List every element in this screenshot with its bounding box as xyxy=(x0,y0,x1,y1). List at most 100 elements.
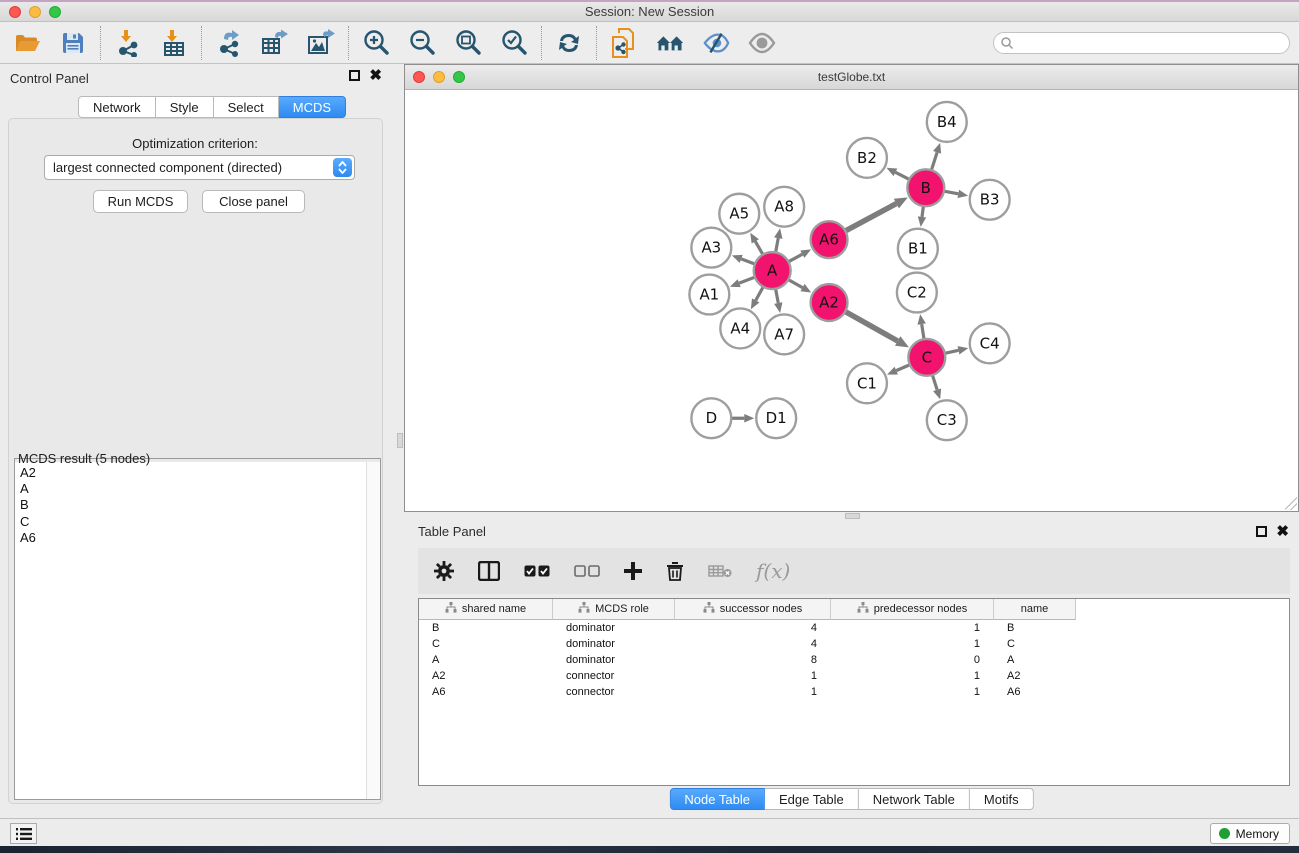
import-network-icon[interactable] xyxy=(114,29,142,57)
table-cell: 1 xyxy=(675,686,831,698)
table-row[interactable]: Adominator80A xyxy=(419,652,1289,668)
tab-style[interactable]: Style xyxy=(156,96,214,118)
table-row[interactable]: A2connector11A2 xyxy=(419,668,1289,684)
zoom-fit-icon[interactable] xyxy=(454,29,482,57)
close-table-panel-icon[interactable]: ✖ xyxy=(1276,526,1289,537)
search-field[interactable] xyxy=(993,32,1290,54)
table-row[interactable]: Bdominator41B xyxy=(419,620,1289,636)
close-panel-icon[interactable]: ✖ xyxy=(369,70,382,81)
table-row[interactable]: Cdominator41C xyxy=(419,636,1289,652)
graph-node-label-A1: A1 xyxy=(699,286,719,304)
mcds-result-item[interactable]: A6 xyxy=(20,530,366,546)
resize-grip-icon[interactable] xyxy=(1283,496,1297,510)
network-canvas[interactable]: B4B2BB3A8A5A6A3B1AC2A1A2A4A7C4CC1DD1C3 xyxy=(406,91,1297,511)
add-row-icon[interactable] xyxy=(624,562,642,580)
panel-splitter-handle[interactable] xyxy=(845,513,860,519)
tab-select[interactable]: Select xyxy=(214,96,279,118)
mcds-result-item[interactable]: C xyxy=(20,514,366,530)
table-cell: A6 xyxy=(994,686,1076,698)
mcds-result-list[interactable]: A2ABCA6 xyxy=(15,462,366,799)
graph-arrowhead-A-A8 xyxy=(774,228,782,239)
column-header-label: predecessor nodes xyxy=(874,603,968,615)
network-window-titlebar[interactable]: testGlobe.txt xyxy=(405,65,1298,90)
zoom-in-icon[interactable] xyxy=(362,29,390,57)
panel-splitter-handle[interactable] xyxy=(397,433,403,448)
mcds-result-scrollbar[interactable] xyxy=(366,462,380,799)
graph-node-label-C4: C4 xyxy=(980,334,1000,352)
delete-table-icon[interactable] xyxy=(708,563,732,579)
control-panel: Control Panel ✖ NetworkStyleSelectMCDS O… xyxy=(0,66,390,818)
table-cell: dominator xyxy=(553,638,675,650)
optimization-criterion-dropdown[interactable]: largest connected component (directed) xyxy=(44,155,355,180)
tab-motifs[interactable]: Motifs xyxy=(970,788,1034,810)
column-header-predecessor-nodes[interactable]: predecessor nodes xyxy=(831,599,994,620)
mcds-result-item[interactable]: A xyxy=(20,481,366,497)
task-history-button[interactable] xyxy=(10,823,37,844)
table-cell: B xyxy=(994,622,1076,634)
mcds-result-box: MCDS result (5 nodes) A2ABCA6 xyxy=(14,453,381,800)
export-network-icon[interactable] xyxy=(215,29,243,57)
export-image-icon[interactable] xyxy=(307,29,335,57)
shared-column-icon xyxy=(703,602,715,616)
control-panel-title: Control Panel xyxy=(10,71,89,86)
show-graphics-details-icon[interactable] xyxy=(748,29,776,57)
gear-icon[interactable] xyxy=(434,561,454,581)
table-cell: connector xyxy=(553,686,675,698)
tab-network[interactable]: Network xyxy=(78,96,156,118)
table-cell: dominator xyxy=(553,622,675,634)
table-cell: 1 xyxy=(831,638,994,650)
import-table-icon[interactable] xyxy=(160,29,188,57)
tab-mcds[interactable]: MCDS xyxy=(279,96,346,118)
export-table-icon[interactable] xyxy=(261,29,289,57)
search-input[interactable] xyxy=(1014,36,1289,50)
graph-arrowhead-D-D1 xyxy=(744,414,754,422)
float-table-panel-icon[interactable] xyxy=(1256,526,1267,537)
zoom-selected-icon[interactable] xyxy=(500,29,528,57)
column-header-successor-nodes[interactable]: successor nodes xyxy=(675,599,831,620)
deselect-all-icon[interactable] xyxy=(574,565,600,577)
hide-graphics-details-icon[interactable] xyxy=(702,29,730,57)
mcds-result-item[interactable]: B xyxy=(20,497,366,513)
node-table[interactable]: shared nameMCDS rolesuccessor nodes prede… xyxy=(418,598,1290,786)
column-header-name[interactable]: name xyxy=(994,599,1076,620)
optimization-criterion-label: Optimization criterion: xyxy=(0,136,390,151)
function-icon[interactable]: f(x) xyxy=(756,559,790,583)
memory-status-icon xyxy=(1219,828,1230,839)
select-all-icon[interactable] xyxy=(524,565,550,577)
column-header-shared-name[interactable]: shared name xyxy=(419,599,553,620)
graph-node-label-B4: B4 xyxy=(937,113,957,131)
graph-node-label-A5: A5 xyxy=(729,205,749,223)
table-cell: A2 xyxy=(419,670,553,682)
graph-arrowhead-B-B1 xyxy=(918,216,926,226)
mcds-result-item[interactable]: A2 xyxy=(20,465,366,481)
new-network-from-selection-icon[interactable] xyxy=(610,29,638,57)
column-header-MCDS-role[interactable]: MCDS role xyxy=(553,599,675,620)
close-panel-button[interactable]: Close panel xyxy=(202,190,305,213)
graph-node-label-B3: B3 xyxy=(980,191,1000,209)
run-mcds-button[interactable]: Run MCDS xyxy=(93,190,188,213)
search-icon xyxy=(1000,36,1014,50)
shared-column-icon xyxy=(578,602,590,616)
tab-edge-table[interactable]: Edge Table xyxy=(765,788,859,810)
column-icon[interactable] xyxy=(478,561,500,581)
tab-network-table[interactable]: Network Table xyxy=(859,788,970,810)
app-title: Session: New Session xyxy=(0,4,1299,19)
tab-node-table[interactable]: Node Table xyxy=(669,788,765,810)
desktop-background-strip xyxy=(0,846,1299,853)
table-cell: A6 xyxy=(419,686,553,698)
open-file-icon[interactable] xyxy=(13,29,41,57)
shared-column-icon xyxy=(445,602,457,616)
table-cell: 1 xyxy=(831,622,994,634)
float-panel-icon[interactable] xyxy=(349,70,360,81)
table-cell: 4 xyxy=(675,638,831,650)
save-session-icon[interactable] xyxy=(59,29,87,57)
memory-button[interactable]: Memory xyxy=(1210,823,1290,844)
table-cell: A xyxy=(994,654,1076,666)
refresh-icon[interactable] xyxy=(555,29,583,57)
graph-node-label-D1: D1 xyxy=(766,409,787,427)
graph-node-label-A3: A3 xyxy=(701,239,721,257)
zoom-out-icon[interactable] xyxy=(408,29,436,57)
home-icon[interactable] xyxy=(656,29,684,57)
delete-row-icon[interactable] xyxy=(666,561,684,581)
table-row[interactable]: A6connector11A6 xyxy=(419,684,1289,700)
